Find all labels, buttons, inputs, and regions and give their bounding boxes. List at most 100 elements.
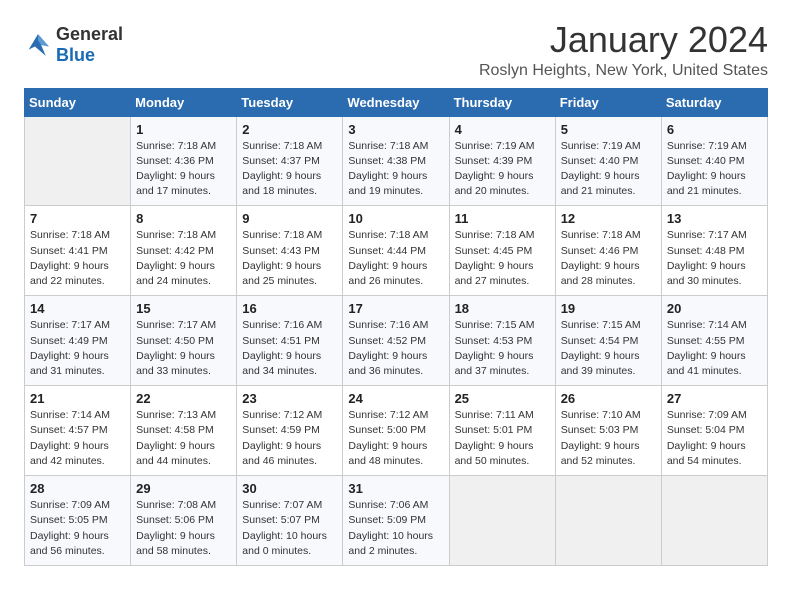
calendar-cell: 29Sunrise: 7:08 AMSunset: 5:06 PMDayligh…: [131, 476, 237, 566]
day-info: Sunrise: 7:10 AMSunset: 5:03 PMDaylight:…: [561, 408, 656, 469]
day-number: 7: [30, 211, 125, 226]
day-number: 18: [455, 301, 550, 316]
calendar-cell: 18 Sunrise: 7:15 AMSunset: 4:53 PMDayligh…: [449, 296, 555, 386]
day-number: 10: [348, 211, 443, 226]
calendar-cell: 8 Sunrise: 7:18 AMSunset: 4:42 PMDaylight…: [131, 206, 237, 296]
day-info: Sunrise: 7:08 AMSunset: 5:06 PMDaylight:…: [136, 498, 231, 559]
calendar-cell: 6 Sunrise: 7:19 AMSunset: 4:40 PMDaylight…: [661, 116, 767, 206]
day-number: 22: [136, 391, 231, 406]
day-number: 14: [30, 301, 125, 316]
calendar-cell: 12 Sunrise: 7:18 AMSunset: 4:46 PMDayligh…: [555, 206, 661, 296]
weekday-header-tuesday: Tuesday: [237, 88, 343, 116]
day-info: Sunrise: 7:11 AMSunset: 5:01 PMDaylight:…: [455, 408, 550, 469]
day-info: Sunrise: 7:09 AMSunset: 5:04 PMDaylight:…: [667, 408, 762, 469]
day-info: Sunrise: 7:06 AMSunset: 5:09 PMDaylight:…: [348, 498, 443, 559]
day-number: 8: [136, 211, 231, 226]
day-number: 17: [348, 301, 443, 316]
day-number: 11: [455, 211, 550, 226]
day-number: 30: [242, 481, 337, 496]
calendar-cell: 30 Sunrise: 7:07 AMSunset: 5:07 PMDayligh…: [237, 476, 343, 566]
day-info: Sunrise: 7:18 AMSunset: 4:36 PMDaylight:…: [136, 139, 231, 200]
day-number: 24: [348, 391, 443, 406]
day-number: 13: [667, 211, 762, 226]
day-info: Sunrise: 7:12 AMSunset: 4:59 PMDaylight:…: [242, 408, 337, 469]
calendar-cell: 19Sunrise: 7:15 AMSunset: 4:54 PMDayligh…: [555, 296, 661, 386]
day-info: Sunrise: 7:18 AMSunset: 4:43 PMDaylight:…: [242, 228, 337, 289]
day-number: 31: [348, 481, 443, 496]
calendar-cell: 14 Sunrise: 7:17 AMSunset: 4:49 PMDayligh…: [25, 296, 131, 386]
calendar-subtitle: Roslyn Heights, New York, United States: [479, 62, 768, 80]
day-number: 9: [242, 211, 337, 226]
day-info: Sunrise: 7:18 AMSunset: 4:46 PMDaylight:…: [561, 228, 656, 289]
calendar-cell: 3 Sunrise: 7:18 AMSunset: 4:38 PMDaylight…: [343, 116, 449, 206]
day-info: Sunrise: 7:18 AMSunset: 4:45 PMDaylight:…: [455, 228, 550, 289]
weekday-header-friday: Friday: [555, 88, 661, 116]
calendar-cell: 23 Sunrise: 7:12 AMSunset: 4:59 PMDayligh…: [237, 386, 343, 476]
day-number: 1: [136, 122, 231, 137]
logo-icon: [24, 31, 52, 59]
calendar-cell: [555, 476, 661, 566]
day-info: Sunrise: 7:15 AMSunset: 4:53 PMDaylight:…: [455, 318, 550, 379]
day-info: Sunrise: 7:17 AMSunset: 4:49 PMDaylight:…: [30, 318, 125, 379]
day-info: Sunrise: 7:17 AMSunset: 4:48 PMDaylight:…: [667, 228, 762, 289]
calendar-cell: [449, 476, 555, 566]
weekday-header-sunday: Sunday: [25, 88, 131, 116]
day-number: 26: [561, 391, 656, 406]
calendar-cell: 22 Sunrise: 7:13 AMSunset: 4:58 PMDayligh…: [131, 386, 237, 476]
weekday-header-thursday: Thursday: [449, 88, 555, 116]
calendar-cell: 1 Sunrise: 7:18 AMSunset: 4:36 PMDaylight…: [131, 116, 237, 206]
day-number: 15: [136, 301, 231, 316]
calendar-table: SundayMondayTuesdayWednesdayThursdayFrid…: [24, 88, 768, 566]
calendar-cell: 4 Sunrise: 7:19 AMSunset: 4:39 PMDaylight…: [449, 116, 555, 206]
day-info: Sunrise: 7:17 AMSunset: 4:50 PMDaylight:…: [136, 318, 231, 379]
day-info: Sunrise: 7:14 AMSunset: 4:57 PMDaylight:…: [30, 408, 125, 469]
logo: General Blue: [24, 24, 123, 66]
day-number: 6: [667, 122, 762, 137]
weekday-header-monday: Monday: [131, 88, 237, 116]
day-number: 25: [455, 391, 550, 406]
day-info: Sunrise: 7:15 AMSunset: 4:54 PMDaylight:…: [561, 318, 656, 379]
day-number: 12: [561, 211, 656, 226]
calendar-cell: 16Sunrise: 7:16 AMSunset: 4:51 PMDayligh…: [237, 296, 343, 386]
calendar-cell: 11 Sunrise: 7:18 AMSunset: 4:45 PMDayligh…: [449, 206, 555, 296]
day-info: Sunrise: 7:13 AMSunset: 4:58 PMDaylight:…: [136, 408, 231, 469]
day-number: 21: [30, 391, 125, 406]
day-info: Sunrise: 7:07 AMSunset: 5:07 PMDaylight:…: [242, 498, 337, 559]
calendar-cell: 28Sunrise: 7:09 AMSunset: 5:05 PMDayligh…: [25, 476, 131, 566]
day-number: 20: [667, 301, 762, 316]
calendar-cell: 2 Sunrise: 7:18 AMSunset: 4:37 PMDaylight…: [237, 116, 343, 206]
day-info: Sunrise: 7:19 AMSunset: 4:39 PMDaylight:…: [455, 139, 550, 200]
day-info: Sunrise: 7:09 AMSunset: 5:05 PMDaylight:…: [30, 498, 125, 559]
calendar-cell: 9 Sunrise: 7:18 AMSunset: 4:43 PMDaylight…: [237, 206, 343, 296]
day-number: 16: [242, 301, 337, 316]
weekday-header-saturday: Saturday: [661, 88, 767, 116]
day-info: Sunrise: 7:18 AMSunset: 4:44 PMDaylight:…: [348, 228, 443, 289]
day-number: 2: [242, 122, 337, 137]
day-info: Sunrise: 7:14 AMSunset: 4:55 PMDaylight:…: [667, 318, 762, 379]
day-info: Sunrise: 7:19 AMSunset: 4:40 PMDaylight:…: [667, 139, 762, 200]
title-area: January 2024 Roslyn Heights, New York, U…: [479, 20, 768, 80]
page-header: General Blue January 2024 Roslyn Heights…: [24, 20, 768, 80]
calendar-cell: 7 Sunrise: 7:18 AMSunset: 4:41 PMDaylight…: [25, 206, 131, 296]
day-number: 3: [348, 122, 443, 137]
day-info: Sunrise: 7:18 AMSunset: 4:37 PMDaylight:…: [242, 139, 337, 200]
day-info: Sunrise: 7:18 AMSunset: 4:42 PMDaylight:…: [136, 228, 231, 289]
calendar-cell: [661, 476, 767, 566]
calendar-cell: 5Sunrise: 7:19 AMSunset: 4:40 PMDaylight…: [555, 116, 661, 206]
calendar-cell: 21 Sunrise: 7:14 AMSunset: 4:57 PMDayligh…: [25, 386, 131, 476]
calendar-cell: [25, 116, 131, 206]
day-info: Sunrise: 7:19 AMSunset: 4:40 PMDaylight:…: [561, 139, 656, 200]
day-info: Sunrise: 7:18 AMSunset: 4:41 PMDaylight:…: [30, 228, 125, 289]
day-info: Sunrise: 7:18 AMSunset: 4:38 PMDaylight:…: [348, 139, 443, 200]
logo-blue-text: Blue: [56, 45, 95, 65]
calendar-cell: 31 Sunrise: 7:06 AMSunset: 5:09 PMDayligh…: [343, 476, 449, 566]
weekday-header-wednesday: Wednesday: [343, 88, 449, 116]
calendar-title: January 2024: [479, 20, 768, 60]
calendar-cell: 15 Sunrise: 7:17 AMSunset: 4:50 PMDayligh…: [131, 296, 237, 386]
calendar-cell: 25 Sunrise: 7:11 AMSunset: 5:01 PMDayligh…: [449, 386, 555, 476]
calendar-cell: 26 Sunrise: 7:10 AMSunset: 5:03 PMDayligh…: [555, 386, 661, 476]
calendar-cell: 24Sunrise: 7:12 AMSunset: 5:00 PMDayligh…: [343, 386, 449, 476]
day-number: 4: [455, 122, 550, 137]
day-number: 23: [242, 391, 337, 406]
calendar-cell: 13 Sunrise: 7:17 AMSunset: 4:48 PMDayligh…: [661, 206, 767, 296]
